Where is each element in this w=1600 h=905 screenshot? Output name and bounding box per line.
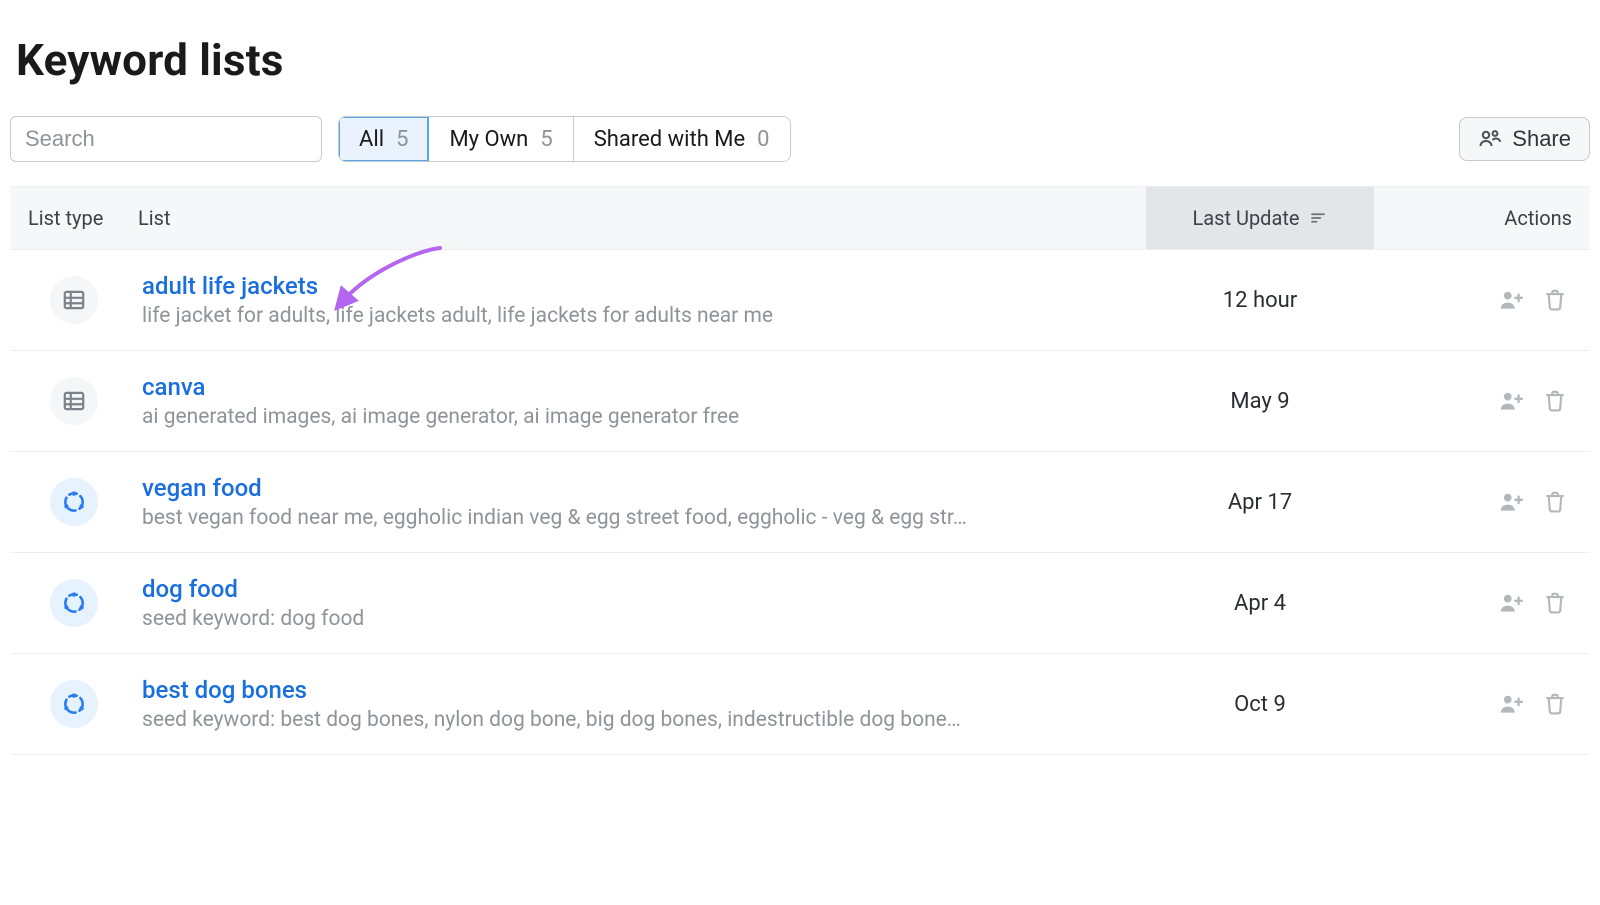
person-add-icon [1498, 388, 1524, 414]
delete-row-button[interactable] [1542, 287, 1568, 313]
trash-icon [1542, 691, 1568, 717]
keyword-list-link[interactable]: dog food [142, 575, 1146, 603]
column-header-last-update-label: Last Update [1193, 206, 1300, 230]
delete-row-button[interactable] [1542, 489, 1568, 515]
person-add-icon [1498, 489, 1524, 515]
table-header: List type List Last Update Actions [10, 186, 1590, 250]
column-header-actions: Actions [1374, 206, 1590, 230]
last-update-value: Oct 9 [1146, 692, 1374, 717]
search-box [10, 116, 322, 162]
keyword-list-subtitle: ai generated images, ai image generator,… [142, 405, 1002, 429]
cluster-icon [61, 691, 87, 717]
trash-icon [1542, 489, 1568, 515]
list-type-icon [50, 276, 98, 324]
filter-tab-count: 5 [540, 127, 552, 152]
last-update-value: Apr 4 [1146, 591, 1374, 616]
delete-row-button[interactable] [1542, 691, 1568, 717]
table-row: best dog bones seed keyword: best dog bon… [10, 654, 1590, 755]
share-row-button[interactable] [1498, 287, 1524, 313]
table-row: dog food seed keyword: dog food Apr 4 [10, 553, 1590, 654]
list-type-icon [50, 478, 98, 526]
filter-tab-label: My Own [449, 127, 528, 152]
share-people-icon [1478, 127, 1502, 151]
filter-tab-count: 5 [396, 127, 408, 152]
column-header-type: List type [10, 206, 138, 230]
toolbar: All 5 My Own 5 Shared with Me 0 Share [10, 116, 1590, 162]
share-row-button[interactable] [1498, 691, 1524, 717]
keyword-list-subtitle: life jacket for adults, life jackets adu… [142, 304, 1002, 328]
last-update-value: May 9 [1146, 389, 1374, 414]
trash-icon [1542, 287, 1568, 313]
keyword-list-link[interactable]: canva [142, 373, 1146, 401]
keyword-list-subtitle: seed keyword: best dog bones, nylon dog … [142, 708, 1002, 732]
table-icon [61, 287, 87, 313]
filter-tab-shared-with-me[interactable]: Shared with Me 0 [574, 117, 790, 161]
filter-tab-all[interactable]: All 5 [339, 117, 429, 161]
search-input[interactable] [11, 117, 322, 161]
keyword-list-link[interactable]: vegan food [142, 474, 1146, 502]
keyword-lists-table: List type List Last Update Actions adult… [10, 186, 1590, 755]
keyword-list-link[interactable]: best dog bones [142, 676, 1146, 704]
delete-row-button[interactable] [1542, 590, 1568, 616]
list-type-icon [50, 680, 98, 728]
keyword-list-subtitle: best vegan food near me, eggholic indian… [142, 506, 1002, 530]
filter-tab-count: 0 [757, 127, 769, 152]
filter-tab-my-own[interactable]: My Own 5 [429, 117, 573, 161]
person-add-icon [1498, 590, 1524, 616]
share-button[interactable]: Share [1459, 117, 1590, 161]
share-row-button[interactable] [1498, 489, 1524, 515]
table-row: adult life jackets life jacket for adults… [10, 250, 1590, 351]
table-icon [61, 388, 87, 414]
trash-icon [1542, 388, 1568, 414]
cluster-icon [61, 590, 87, 616]
person-add-icon [1498, 287, 1524, 313]
delete-row-button[interactable] [1542, 388, 1568, 414]
table-row: canva ai generated images, ai image gener… [10, 351, 1590, 452]
list-type-icon [50, 377, 98, 425]
page-title: Keyword lists [16, 34, 1590, 86]
share-button-label: Share [1512, 126, 1571, 152]
person-add-icon [1498, 691, 1524, 717]
page-root: Keyword lists All 5 My Own 5 Shared with Me 0… [0, 0, 1600, 755]
filter-tab-label: All [359, 127, 384, 152]
column-header-list: List [138, 206, 1146, 230]
table-body: adult life jackets life jacket for adults… [10, 250, 1590, 755]
trash-icon [1542, 590, 1568, 616]
keyword-list-link[interactable]: adult life jackets [142, 272, 1146, 300]
cluster-icon [61, 489, 87, 515]
column-header-last-update[interactable]: Last Update [1146, 187, 1374, 249]
share-row-button[interactable] [1498, 388, 1524, 414]
filter-tabs: All 5 My Own 5 Shared with Me 0 [338, 116, 791, 162]
list-type-icon [50, 579, 98, 627]
share-row-button[interactable] [1498, 590, 1524, 616]
sort-icon [1309, 209, 1327, 227]
keyword-list-subtitle: seed keyword: dog food [142, 607, 1002, 631]
filter-tab-label: Shared with Me [594, 127, 745, 152]
last-update-value: Apr 17 [1146, 490, 1374, 515]
last-update-value: 12 hour [1146, 288, 1374, 313]
table-row: vegan food best vegan food near me, eggho… [10, 452, 1590, 553]
